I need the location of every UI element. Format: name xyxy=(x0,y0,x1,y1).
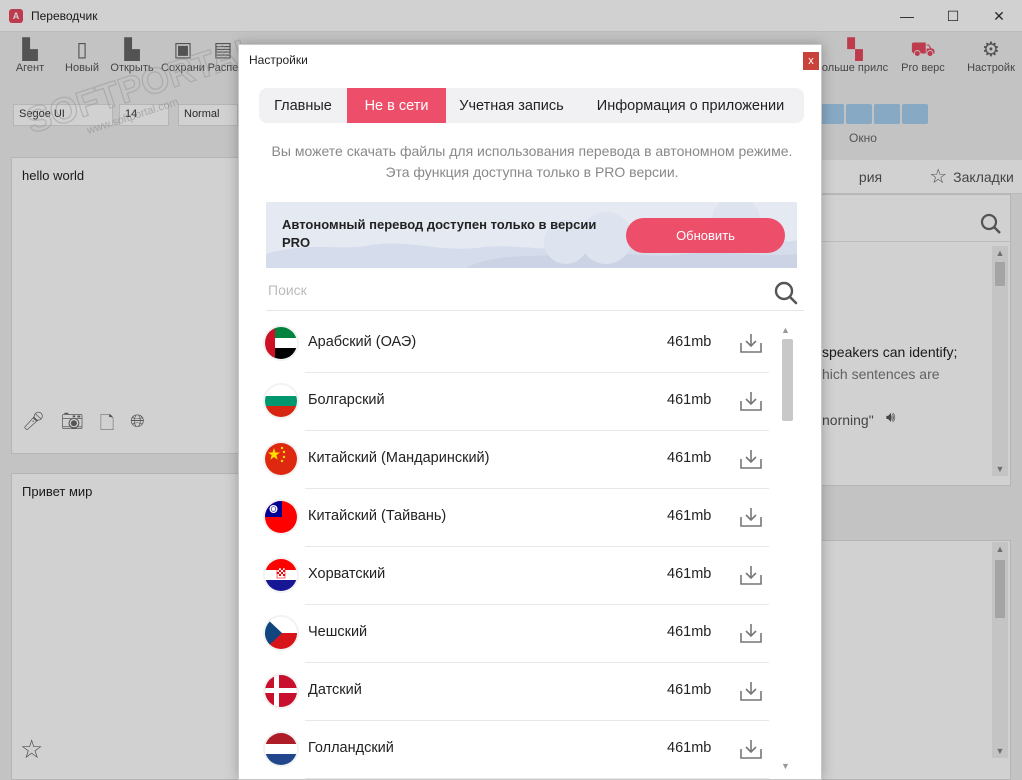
china-flag-icon xyxy=(265,443,297,475)
language-row: Китайский (Мандаринский) 461mb xyxy=(257,431,787,489)
language-size: 461mb xyxy=(667,392,712,408)
czech-flag-icon xyxy=(265,617,297,649)
offline-description: Вы можете скачать файлы для использовани… xyxy=(271,143,793,180)
language-name: Датский xyxy=(308,682,362,698)
download-icon[interactable] xyxy=(739,564,763,589)
search-icon[interactable] xyxy=(774,281,798,308)
banner-message: Автономный перевод доступен только в вер… xyxy=(282,217,597,250)
language-name: Арабский (ОАЭ) xyxy=(308,334,417,350)
language-name: Болгарский xyxy=(308,392,385,408)
language-name: Голландский xyxy=(308,740,394,756)
language-size: 461mb xyxy=(667,566,712,582)
download-icon[interactable] xyxy=(739,506,763,531)
croatia-flag-icon xyxy=(265,559,297,591)
row-divider xyxy=(305,778,769,779)
language-size: 461mb xyxy=(667,624,712,640)
language-size: 461mb xyxy=(667,450,712,466)
pro-banner: Автономный перевод доступен только в вер… xyxy=(266,202,797,268)
language-row: Хорватский 461mb xyxy=(257,547,787,605)
settings-tabs: Главные Не в сети Учетная запись Информа… xyxy=(259,88,804,123)
language-row: Арабский (ОАЭ) 461mb xyxy=(257,315,787,373)
settings-dialog: Настройки x Главные Не в сети Учетная за… xyxy=(238,44,822,780)
denmark-flag-icon xyxy=(265,675,297,707)
download-icon[interactable] xyxy=(739,448,763,473)
tab-about[interactable]: Информация о приложении xyxy=(577,88,804,123)
language-list-scrollbar[interactable]: ▲ ▼ xyxy=(779,325,795,771)
dialog-title: Настройки xyxy=(249,53,308,67)
tab-account[interactable]: Учетная запись xyxy=(446,88,577,123)
language-search xyxy=(266,277,804,311)
scroll-up-arrow-icon[interactable]: ▲ xyxy=(781,325,790,335)
upgrade-button[interactable]: Обновить xyxy=(626,218,785,253)
language-size: 461mb xyxy=(667,682,712,698)
uae-flag-icon xyxy=(265,327,297,359)
download-icon[interactable] xyxy=(739,680,763,705)
bulgaria-flag-icon xyxy=(265,385,297,417)
tab-general[interactable]: Главные xyxy=(259,88,347,123)
download-icon[interactable] xyxy=(739,390,763,415)
scroll-thumb[interactable] xyxy=(782,339,793,421)
language-search-input[interactable] xyxy=(268,282,748,298)
language-row: Датский 461mb xyxy=(257,663,787,721)
taiwan-flag-icon xyxy=(265,501,297,533)
language-size: 461mb xyxy=(667,334,712,350)
language-row: Чешский 461mb xyxy=(257,605,787,663)
language-name: Хорватский xyxy=(308,566,386,582)
language-name: Китайский (Мандаринский) xyxy=(308,450,490,466)
download-icon[interactable] xyxy=(739,738,763,763)
language-name: Китайский (Тайвань) xyxy=(308,508,447,524)
download-icon[interactable] xyxy=(739,332,763,357)
netherlands-flag-icon xyxy=(265,733,297,765)
language-size: 461mb xyxy=(667,508,712,524)
language-row: Голландский 461mb xyxy=(257,721,787,779)
language-row: Китайский (Тайвань) 461mb xyxy=(257,489,787,547)
scroll-down-arrow-icon[interactable]: ▼ xyxy=(781,761,790,771)
language-name: Чешский xyxy=(308,624,368,640)
download-icon[interactable] xyxy=(739,622,763,647)
language-list: Арабский (ОАЭ) 461mb Болгарский 461mb Ки… xyxy=(257,315,787,779)
language-size: 461mb xyxy=(667,740,712,756)
language-row: Болгарский 461mb xyxy=(257,373,787,431)
dialog-close-button[interactable]: x xyxy=(803,52,819,70)
tab-offline[interactable]: Не в сети xyxy=(347,88,446,123)
